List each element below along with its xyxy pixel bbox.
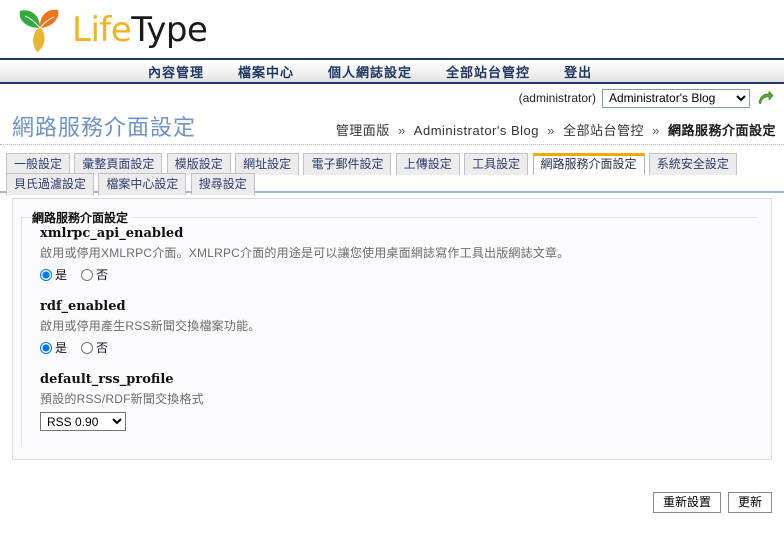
tab-upload-settings[interactable]: 上傳設定 <box>395 153 460 175</box>
field-description: 啟用或停用XMLRPC介面。XMLRPC介面的用途是可以讓您使用桌面網誌寫作工具… <box>40 246 570 260</box>
radio-rdf-no[interactable]: 否 <box>81 339 108 356</box>
settings-legend: 網路服務介面設定 <box>32 211 129 225</box>
field-xmlrpc-api-enabled: xmlrpc_api_enabled 啟用或停用XMLRPC介面。XMLRPC介… <box>40 226 757 283</box>
blog-selector-bar: (administrator) Administrator's Blog <box>0 84 784 110</box>
tab-system-security-settings[interactable]: 系統安全設定 <box>648 153 737 175</box>
tab-search-settings[interactable]: 搜尋設定 <box>190 173 255 195</box>
breadcrumb-separator: » <box>652 123 660 138</box>
green-arrow-go-icon[interactable] <box>757 90 774 107</box>
update-button[interactable]: 更新 <box>727 492 772 513</box>
nav-personal-blog-settings[interactable]: 個人網誌設定 <box>328 62 412 81</box>
radio-rdf-yes[interactable]: 是 <box>40 339 67 356</box>
radio-group-xmlrpc: 是 否 <box>40 266 757 283</box>
default-rss-profile-select[interactable]: RSS 0.90 <box>40 412 126 431</box>
nav-logout[interactable]: 登出 <box>564 62 592 81</box>
breadcrumb: 管理面版 » Administrator's Blog » 全部站台管控 » 網… <box>336 120 776 139</box>
breadcrumb-separator: » <box>547 123 555 138</box>
breadcrumb-item-site-admin[interactable]: 全部站台管控 <box>563 123 644 138</box>
breadcrumb-separator: » <box>397 123 406 138</box>
field-label: xmlrpc_api_enabled <box>40 226 184 241</box>
radio-input-xmlrpc-no[interactable] <box>81 268 94 281</box>
page-title: 網路服務介面設定 <box>12 116 197 141</box>
tab-template-settings[interactable]: 模版設定 <box>166 153 231 175</box>
reset-button[interactable]: 重新設置 <box>652 492 721 513</box>
tab-file-center-settings[interactable]: 檔案中心設定 <box>98 173 187 195</box>
page-title-row: 網路服務介面設定 管理面版 » Administrator's Blog » 全… <box>0 110 784 145</box>
current-user-label: (administrator) <box>518 91 596 105</box>
nav-site-admin[interactable]: 全部站台管控 <box>446 62 530 81</box>
logo-word-life: Life <box>72 10 132 50</box>
field-description: 預設的RSS/RDF新聞交換格式 <box>40 392 204 406</box>
settings-tabs: 一般設定 彙整頁面設定 模版設定 網址設定 電子郵件設定 上傳設定 工具設定 網… <box>0 145 784 195</box>
radio-label-no: 否 <box>96 341 109 355</box>
breadcrumb-item-admin-panel[interactable]: 管理面版 <box>336 123 390 138</box>
tab-bayesian-filter-settings[interactable]: 貝氏過濾設定 <box>6 173 95 195</box>
tab-general-settings[interactable]: 一般設定 <box>6 153 71 175</box>
radio-input-rdf-no[interactable] <box>81 341 94 354</box>
settings-panel: 網路服務介面設定 xmlrpc_api_enabled 啟用或停用XMLRPC介… <box>12 198 772 460</box>
tab-archive-page-settings[interactable]: 彙整頁面設定 <box>74 153 163 175</box>
leaf-logo-icon <box>14 4 66 56</box>
site-header: LifeType <box>0 0 784 58</box>
blog-select[interactable]: Administrator's Blog <box>602 88 750 108</box>
tab-web-service-settings[interactable]: 網路服務介面設定 <box>532 153 645 175</box>
field-default-rss-profile: default_rss_profile 預設的RSS/RDF新聞交換格式 RSS… <box>40 372 757 431</box>
logo-wordmark: LifeType <box>72 10 208 50</box>
breadcrumb-item-current: 網路服務介面設定 <box>667 123 776 138</box>
tab-email-settings[interactable]: 電子郵件設定 <box>303 153 392 175</box>
radio-label-yes: 是 <box>55 341 68 355</box>
radio-group-rdf: 是 否 <box>40 339 757 356</box>
radio-label-yes: 是 <box>55 268 68 282</box>
web-service-settings-fieldset: 網路服務介面設定 xmlrpc_api_enabled 啟用或停用XMLRPC介… <box>21 209 757 447</box>
field-description: 啟用或停用產生RSS新聞交換檔案功能。 <box>40 319 261 333</box>
radio-xmlrpc-yes[interactable]: 是 <box>40 266 67 283</box>
radio-input-xmlrpc-yes[interactable] <box>40 268 52 281</box>
logo-word-type: Type <box>131 10 208 50</box>
nav-file-center[interactable]: 檔案中心 <box>238 62 294 81</box>
form-action-buttons: 重新設置 更新 <box>652 492 772 513</box>
tab-url-settings[interactable]: 網址設定 <box>235 153 300 175</box>
radio-input-rdf-yes[interactable] <box>40 341 52 354</box>
field-rdf-enabled: rdf_enabled 啟用或停用產生RSS新聞交換檔案功能。 是 否 <box>40 299 757 356</box>
tab-tool-settings[interactable]: 工具設定 <box>464 153 529 175</box>
nav-content-management[interactable]: 內容管理 <box>148 62 204 81</box>
field-label: rdf_enabled <box>40 299 126 314</box>
main-navigation: 內容管理 檔案中心 個人網誌設定 全部站台管控 登出 <box>0 58 784 84</box>
logo[interactable]: LifeType <box>14 4 208 56</box>
field-label: default_rss_profile <box>40 372 174 387</box>
radio-label-no: 否 <box>96 268 109 282</box>
breadcrumb-item-blog[interactable]: Administrator's Blog <box>414 123 539 138</box>
radio-xmlrpc-no[interactable]: 否 <box>81 266 108 283</box>
